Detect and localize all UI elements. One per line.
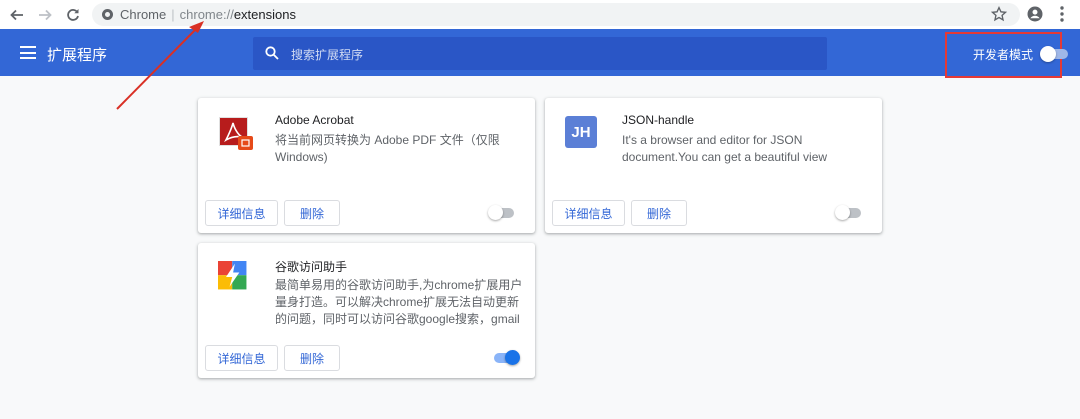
extension-name: Adobe Acrobat [275,113,354,127]
forward-arrow-icon [39,9,52,21]
chrome-page-icon [102,9,113,20]
reload-button[interactable] [62,4,84,26]
more-vert-icon[interactable] [1054,5,1070,23]
page-title: 扩展程序 [47,47,108,64]
hamburger-menu-icon[interactable] [20,46,36,59]
extensions-header: 扩展程序 搜索扩展程序 开发者模式 [0,29,1080,78]
extension-description: 最简单易用的谷歌访问助手,为chrome扩展用户量身打造。可以解决chrome扩… [275,278,523,326]
search-input[interactable]: 搜索扩展程序 [253,37,827,70]
enable-toggle[interactable] [835,205,865,220]
browser-toolbar: Chrome | chrome://extensions [0,0,1080,29]
details-button[interactable]: 详细信息 [552,200,625,226]
search-icon [265,46,279,60]
developer-mode-toggle[interactable] [1040,46,1070,62]
details-button[interactable]: 详细信息 [205,345,278,371]
adobe-acrobat-icon [219,117,253,150]
extension-description: 将当前网页转换为 Adobe PDF 文件（仅限 Windows) [275,133,500,164]
extension-card-json-handle: JH JSON-handle It's a browser and editor… [545,98,882,233]
google-access-helper-icon [218,261,247,290]
developer-mode-label: 开发者模式 [973,48,1034,62]
enable-toggle[interactable] [488,205,518,220]
extension-name: JSON-handle [622,113,695,127]
search-placeholder: 搜索扩展程序 [291,48,364,62]
extension-card-adobe-acrobat: Adobe Acrobat 将当前网页转换为 Adobe PDF 文件（仅限 W… [198,98,535,233]
remove-button[interactable]: 删除 [631,200,687,226]
reload-icon [67,9,79,21]
back-button[interactable] [6,4,28,26]
back-arrow-icon [10,9,23,21]
details-button[interactable]: 详细信息 [205,200,278,226]
remove-button[interactable]: 删除 [284,200,340,226]
address-bar[interactable]: Chrome | chrome://extensions [92,3,1020,26]
url-text[interactable]: Chrome | chrome://extensions [120,7,296,22]
url-scheme: chrome:// [179,7,234,22]
remove-button[interactable]: 删除 [284,345,340,371]
extension-name: 谷歌访问助手 [275,260,348,274]
bookmark-star-icon[interactable] [990,5,1008,23]
url-chip: Chrome [120,7,167,22]
url-path: extensions [233,7,296,22]
enable-toggle[interactable] [492,350,522,365]
extension-card-google-access-helper: 谷歌访问助手 最简单易用的谷歌访问助手,为chrome扩展用户量身打造。可以解决… [198,243,535,378]
account-icon[interactable] [1026,5,1044,23]
extension-description: It's a browser and editor for JSON docum… [622,133,828,164]
json-handle-icon-text: JH [571,123,591,141]
url-separator: | [171,7,175,22]
json-handle-icon: JH [565,116,597,148]
forward-button[interactable] [34,4,56,26]
